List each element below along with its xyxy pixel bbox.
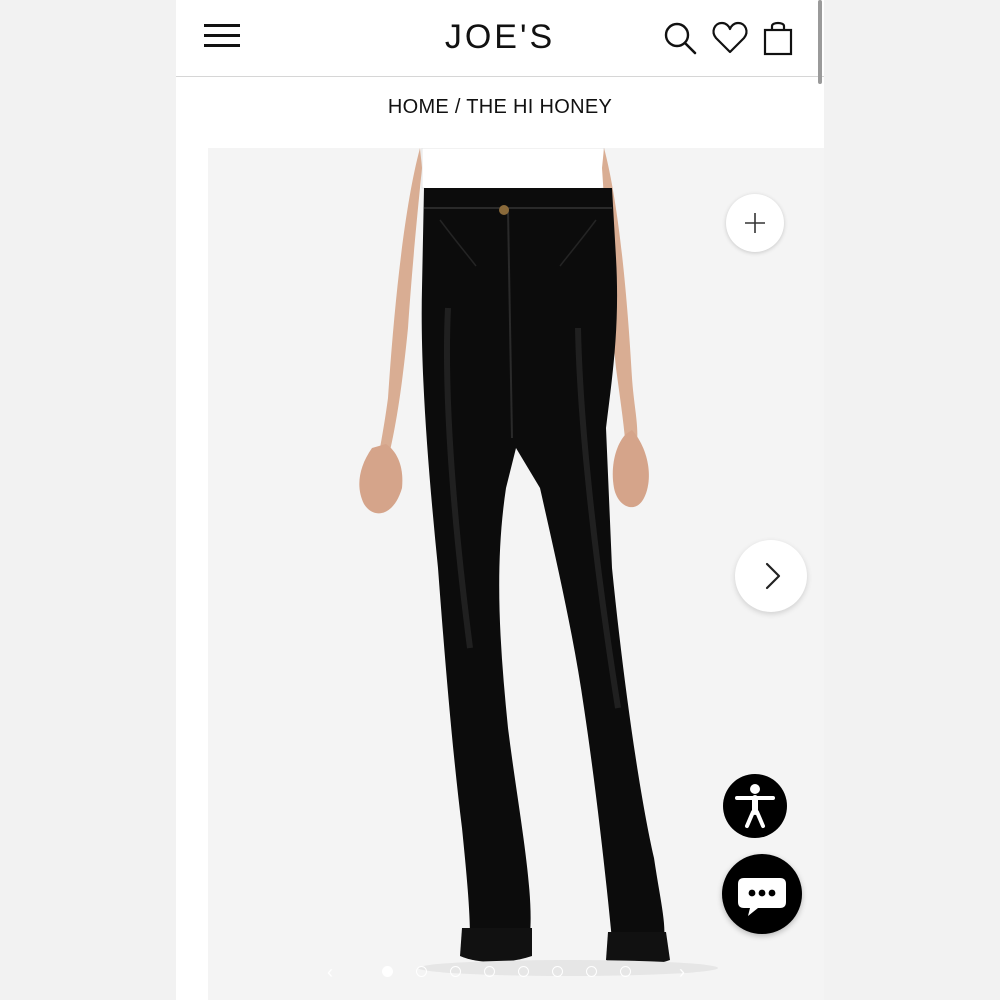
scrollbar-thumb[interactable]: [818, 0, 822, 84]
next-image-button[interactable]: [735, 540, 807, 612]
pagination-dot[interactable]: [552, 966, 563, 977]
breadcrumb-current: THE HI HONEY: [466, 96, 613, 118]
hamburger-menu-icon[interactable]: [204, 22, 240, 50]
pagination-dot[interactable]: [620, 966, 631, 977]
product-image-gallery[interactable]: ‹ ›: [208, 148, 824, 1000]
zoom-button[interactable]: [726, 194, 784, 252]
pagination-dot[interactable]: [416, 966, 427, 977]
page-margin-left: [0, 0, 176, 1000]
breadcrumb-home-link[interactable]: HOME: [388, 96, 449, 118]
breadcrumb: HOME / THE HI HONEY: [176, 96, 824, 128]
heart-icon[interactable]: [710, 18, 750, 58]
accessibility-button[interactable]: [723, 774, 787, 838]
chat-bubble-icon: [738, 878, 786, 916]
chevron-left-icon[interactable]: ‹: [322, 960, 338, 984]
pagination-dot[interactable]: [586, 966, 597, 977]
pagination-dot[interactable]: [450, 966, 461, 977]
carousel-pagination: ‹ ›: [308, 960, 708, 984]
mobile-viewport: JOE'S HOME / THE HI HONEY ‹ ›: [176, 0, 824, 1000]
site-header: JOE'S: [176, 0, 824, 84]
chat-button[interactable]: [722, 854, 802, 934]
pagination-dot[interactable]: [518, 966, 529, 977]
plus-icon: [745, 213, 765, 233]
chevron-right-icon: [765, 562, 781, 590]
search-icon[interactable]: [660, 18, 700, 58]
shopping-bag-icon[interactable]: [759, 18, 799, 58]
pagination-dot[interactable]: [382, 966, 393, 977]
pagination-dot[interactable]: [484, 966, 495, 977]
brand-logo[interactable]: JOE'S: [400, 14, 600, 60]
brand-logo-text: JOE'S: [444, 17, 556, 56]
accessibility-person-icon: [735, 784, 775, 828]
page-margin-right: [824, 0, 1000, 1000]
breadcrumb-separator: /: [454, 96, 461, 118]
chevron-right-icon[interactable]: ›: [674, 960, 690, 984]
